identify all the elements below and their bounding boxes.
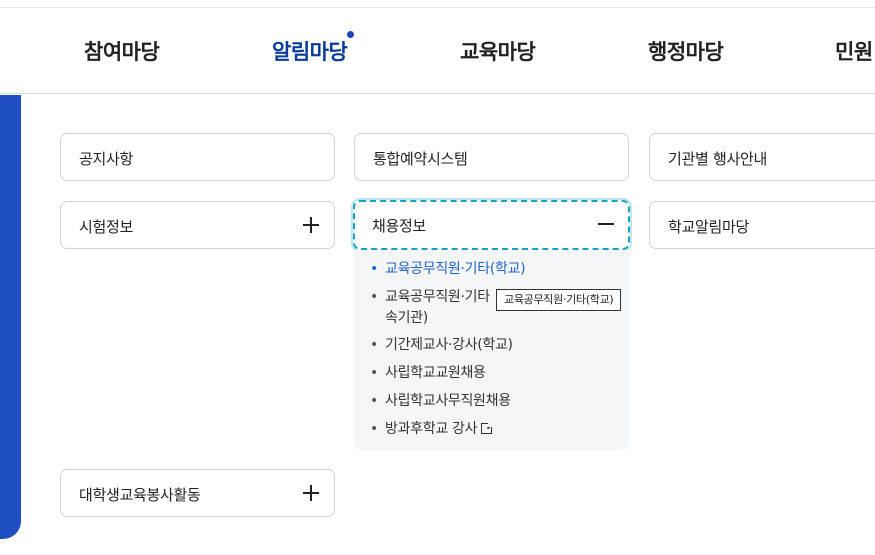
submenu-item-afterschool-instructor[interactable]: • 방과후학교 강사: [370, 419, 495, 440]
tooltip: 교육공무직원·기타(학교): [496, 289, 622, 311]
menu-label: 공지사항: [79, 150, 134, 168]
menu-student-volunteer[interactable]: 대학생교육봉사활동: [60, 469, 335, 517]
recruitment-submenu: • 교육공무직원·기타(학교) • 교육공무직원·기타 속기관) • 기간제교사…: [354, 250, 629, 450]
menu-exam-info[interactable]: 시험정보: [60, 201, 335, 249]
menu-reservation-system[interactable]: 통합예약시스템: [354, 133, 629, 181]
menu-school-notices[interactable]: 학교알림마당: [649, 201, 875, 249]
menu-recruitment[interactable]: 채용정보: [351, 198, 632, 252]
submenu-item-contract-teacher[interactable]: • 기간제교사·강사(학교): [370, 335, 513, 356]
menu-label: 통합예약시스템: [373, 150, 468, 168]
menu-notice-board[interactable]: 공지사항: [60, 133, 335, 181]
submenu-item-staff-affiliated[interactable]: • 교육공무직원·기타 속기관): [370, 287, 490, 329]
menu-label: 채용정보: [372, 217, 427, 235]
top-strip: [0, 0, 875, 8]
plus-icon[interactable]: [302, 482, 320, 504]
menu-label: 기관별 행사안내: [668, 150, 767, 168]
menu-label: 학교알림마당: [668, 218, 750, 236]
nav-item-notice[interactable]: 알림마당: [272, 31, 355, 66]
plus-icon[interactable]: [302, 214, 320, 236]
global-nav: 참여마당 알림마당 교육마당 행정마당 민원: [0, 8, 875, 94]
submenu-item-private-teacher[interactable]: • 사립학교교원채용: [370, 363, 486, 384]
submenu-item-private-staff[interactable]: • 사립학교사무직원채용: [370, 391, 511, 412]
nav-item-civil-service[interactable]: 민원: [835, 36, 873, 66]
minus-icon[interactable]: [597, 213, 615, 235]
nav-item-education[interactable]: 교육마당: [460, 36, 536, 66]
menu-institution-events[interactable]: 기관별 행사안내: [649, 133, 875, 181]
active-dot-icon: [347, 31, 355, 38]
nav-item-administration[interactable]: 행정마당: [648, 36, 724, 66]
nav-item-participation[interactable]: 참여마당: [84, 36, 160, 66]
menu-label: 시험정보: [79, 218, 134, 236]
external-link-icon: [481, 421, 495, 434]
side-accent-bar: [0, 95, 21, 539]
menu-label: 대학생교육봉사활동: [79, 486, 201, 504]
submenu-item-staff-school[interactable]: • 교육공무직원·기타(학교): [370, 259, 526, 280]
